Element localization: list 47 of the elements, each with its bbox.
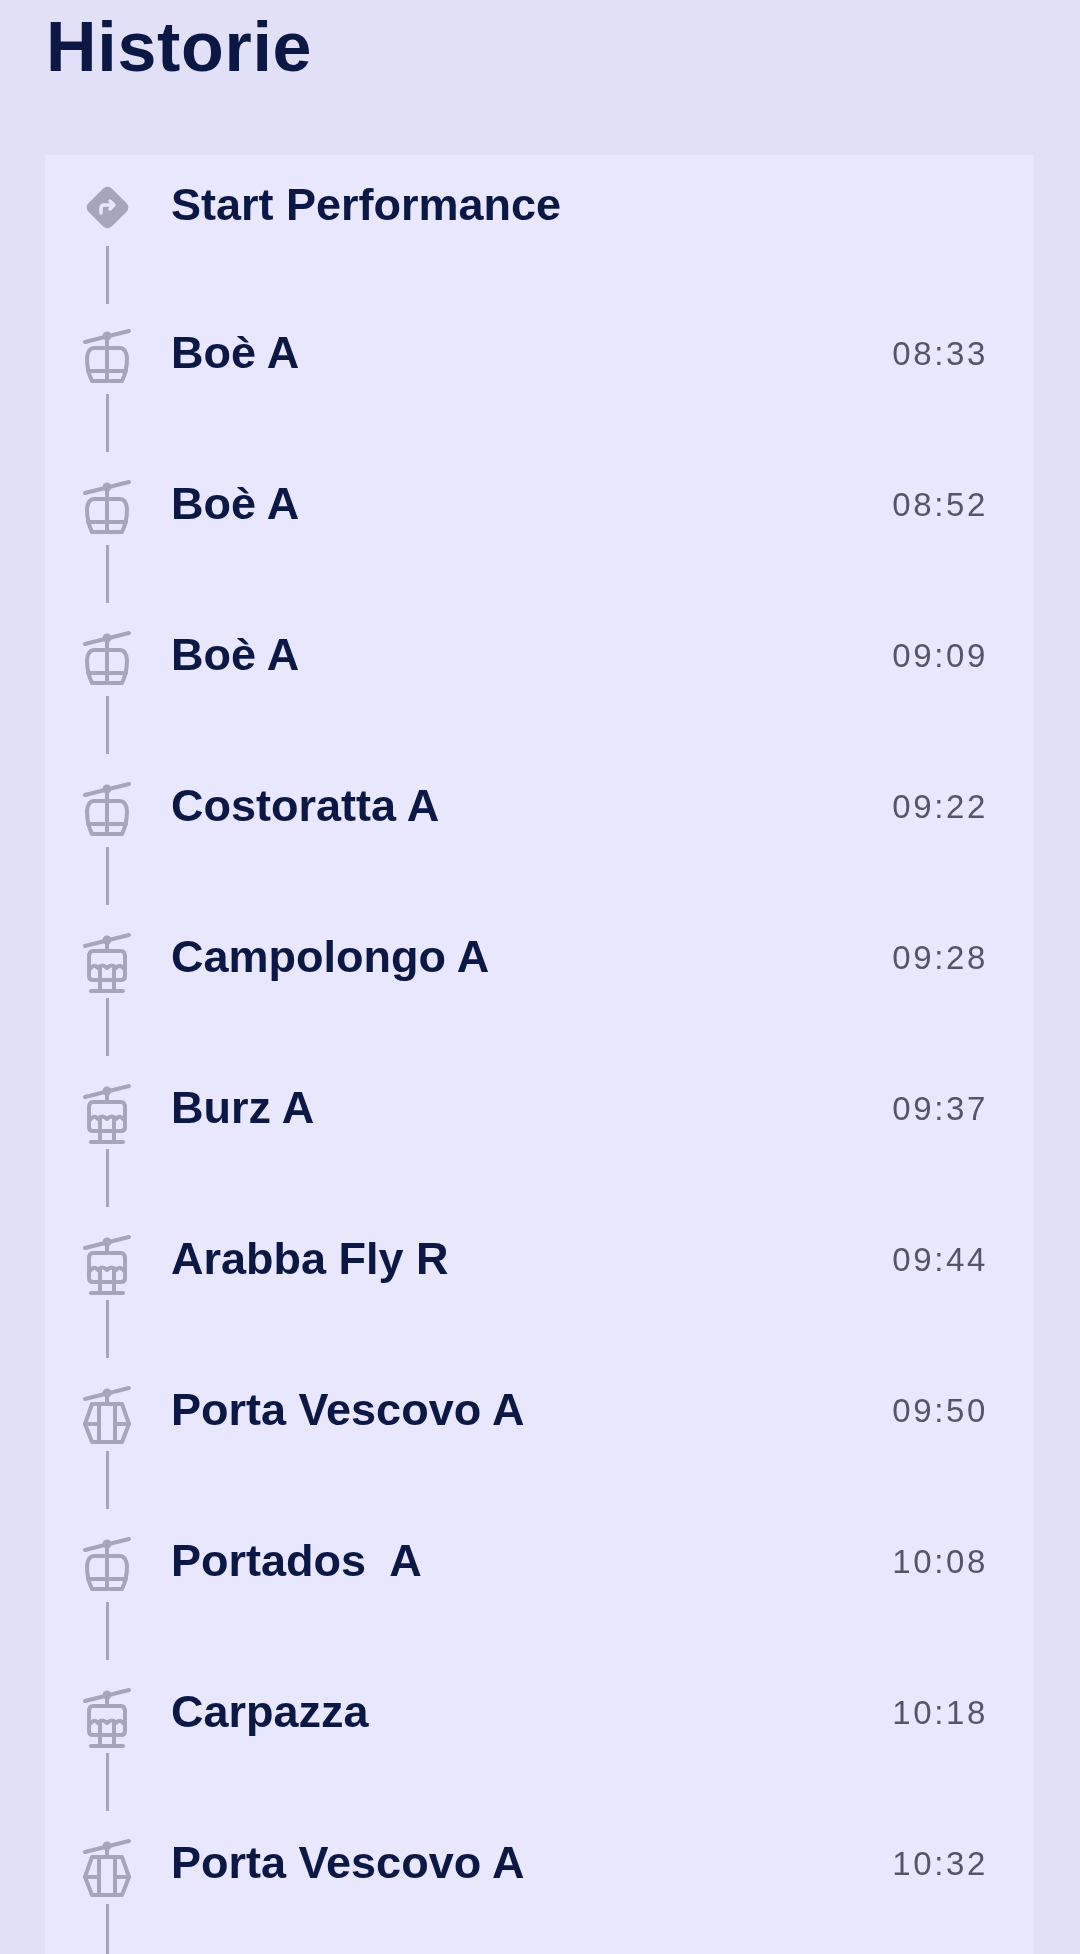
station-name: Burz A	[171, 1085, 315, 1130]
timeline-connector	[105, 847, 109, 905]
time-label: 09:50	[892, 1394, 988, 1427]
gondola-icon	[83, 630, 131, 686]
gondola-icon	[83, 328, 131, 384]
page-title: Historie	[46, 12, 313, 82]
time-label: 10:32	[892, 1847, 988, 1880]
station-name: Costoratta A	[171, 783, 440, 828]
timeline-connector	[105, 1602, 109, 1660]
gondola-seats-icon	[83, 1083, 131, 1145]
time-label: 08:52	[892, 488, 988, 521]
station-name: Campolongo A	[171, 934, 490, 979]
cable-car-icon	[83, 1385, 131, 1445]
station-name: Start Performance	[171, 182, 562, 227]
station-name: Portados A	[171, 1538, 422, 1583]
station-name: Porta Vescovo A	[171, 1840, 525, 1885]
time-label: 10:18	[892, 1696, 988, 1729]
timeline-connector	[105, 1149, 109, 1207]
time-label: 10:08	[892, 1545, 988, 1578]
timeline-connector	[105, 1451, 109, 1509]
gondola-icon	[83, 1536, 131, 1592]
timeline-connector	[105, 246, 109, 304]
timeline-connector	[105, 1904, 109, 1954]
gondola-seats-icon	[83, 1234, 131, 1296]
station-name: Arabba Fly R	[171, 1236, 449, 1281]
time-label: 09:28	[892, 941, 988, 974]
station-name: Boè A	[171, 330, 300, 375]
timeline-connector	[105, 1753, 109, 1811]
station-name: Boè A	[171, 632, 300, 677]
cable-car-icon	[83, 1838, 131, 1898]
time-label: 09:37	[892, 1092, 988, 1125]
gondola-seats-icon	[83, 932, 131, 994]
timeline-connector	[105, 1300, 109, 1358]
station-name: Carpazza	[171, 1689, 369, 1734]
timeline-connector	[105, 696, 109, 754]
timeline-connector	[105, 394, 109, 452]
time-label: 09:44	[892, 1243, 988, 1276]
gondola-icon	[83, 479, 131, 535]
timeline-connector	[105, 545, 109, 603]
gondola-icon	[83, 781, 131, 837]
station-name: Porta Vescovo A	[171, 1387, 525, 1432]
time-label: 09:09	[892, 639, 988, 672]
timeline-connector	[105, 998, 109, 1056]
station-name: Boè A	[171, 481, 300, 526]
time-label: 09:22	[892, 790, 988, 823]
gondola-seats-icon	[83, 1687, 131, 1749]
time-label: 08:33	[892, 337, 988, 370]
